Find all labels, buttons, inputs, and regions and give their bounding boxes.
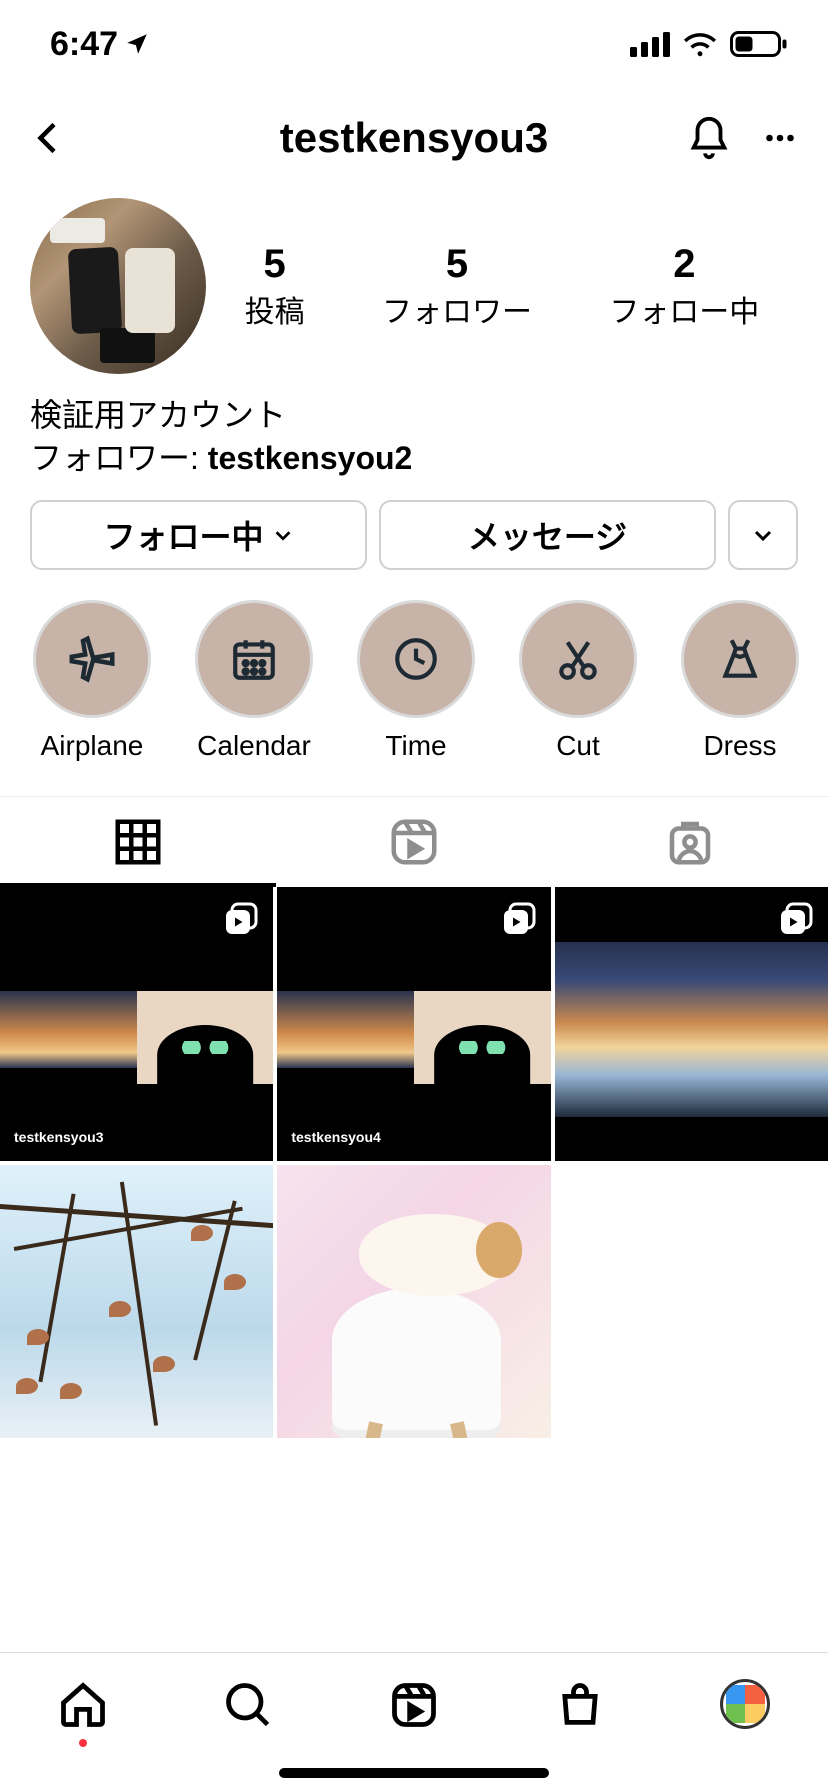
stat-followers[interactable]: 5 フォロワー [382,242,532,331]
scissors-icon [553,634,603,684]
stat-following-label: フォロー中 [609,287,759,331]
highlight-label: Airplane [41,730,144,762]
stat-posts[interactable]: 5 投稿 [245,242,305,331]
notification-dot [79,1739,87,1747]
chevron-down-icon [751,523,775,547]
tagged-icon [663,815,717,869]
display-name: 検証用アカウント [30,394,798,437]
home-icon [57,1679,109,1731]
cellular-icon [630,31,670,57]
highlight-label: Calendar [197,730,311,762]
post-thumbnail[interactable]: testkensyou4 [277,887,550,1160]
reel-badge-icon [778,901,814,937]
status-bar: 6:47 [0,0,828,88]
home-indicator [279,1768,549,1778]
follower-prefix: フォロワー: [30,440,208,476]
post-caption: testkensyou3 [14,1129,103,1145]
dress-icon [715,634,765,684]
shop-icon [554,1679,606,1731]
reel-badge-icon [223,901,259,937]
tab-shop[interactable] [550,1679,610,1731]
content-tabs [0,796,828,887]
highlights-tray[interactable]: Airplane Calendar Time Cut Dress [0,600,828,786]
follower-link[interactable]: testkensyou2 [208,440,413,476]
status-time: 6:47 [50,25,118,64]
avatar[interactable] [30,198,206,374]
post-thumbnail[interactable] [0,1165,273,1438]
clock-icon [391,634,441,684]
profile-app-icon [720,1679,770,1729]
stat-followers-count: 5 [382,242,532,287]
reel-badge-icon [501,901,537,937]
notifications-button[interactable] [686,115,732,161]
tab-reels[interactable] [276,797,552,887]
tab-home[interactable] [53,1679,113,1747]
profile-actions: フォロー中 メッセージ [0,500,828,600]
stat-posts-count: 5 [245,242,305,287]
search-icon [222,1679,274,1731]
profile-header: 5 投稿 5 フォロワー 2 フォロー中 [0,188,828,394]
nav-bar: testkensyou3 [0,88,828,188]
message-button[interactable]: メッセージ [379,500,716,570]
bottom-tab-bar [0,1652,828,1792]
posts-grid: testkensyou3 testkensyou4 [0,887,828,1438]
stat-following[interactable]: 2 フォロー中 [609,242,759,331]
highlight-dress[interactable]: Dress [678,600,802,762]
wifi-icon [682,31,718,57]
airplane-icon [65,632,119,686]
message-label: メッセージ [468,512,627,558]
highlight-label: Dress [703,730,776,762]
tab-reels[interactable] [384,1679,444,1731]
post-caption: testkensyou4 [291,1129,380,1145]
highlight-cut[interactable]: Cut [516,600,640,762]
reels-icon [387,815,441,869]
page-title: testkensyou3 [160,114,668,162]
post-thumbnail[interactable]: testkensyou3 [0,887,273,1160]
stat-following-count: 2 [609,242,759,287]
post-thumbnail[interactable] [555,887,828,1160]
suggested-button[interactable] [728,500,798,570]
calendar-icon [229,634,279,684]
bio: 検証用アカウント フォロワー: testkensyou2 [0,394,828,500]
reels-icon [388,1679,440,1731]
highlight-airplane[interactable]: Airplane [30,600,154,762]
chevron-down-icon [272,524,294,546]
tab-search[interactable] [218,1679,278,1731]
more-button[interactable] [762,120,798,156]
tab-grid[interactable] [0,797,276,887]
grid-icon [111,815,165,869]
tab-profile[interactable] [715,1679,775,1729]
location-icon [124,31,150,57]
highlight-time[interactable]: Time [354,600,478,762]
battery-icon [730,31,788,57]
tab-tagged[interactable] [552,797,828,887]
follow-button[interactable]: フォロー中 [30,500,367,570]
highlight-label: Time [385,730,446,762]
highlight-label: Cut [556,730,600,762]
post-thumbnail[interactable] [277,1165,550,1438]
back-button[interactable] [30,116,66,160]
highlight-calendar[interactable]: Calendar [192,600,316,762]
stat-followers-label: フォロワー [382,287,532,331]
follow-label: フォロー中 [103,512,263,558]
stat-posts-label: 投稿 [245,287,305,331]
